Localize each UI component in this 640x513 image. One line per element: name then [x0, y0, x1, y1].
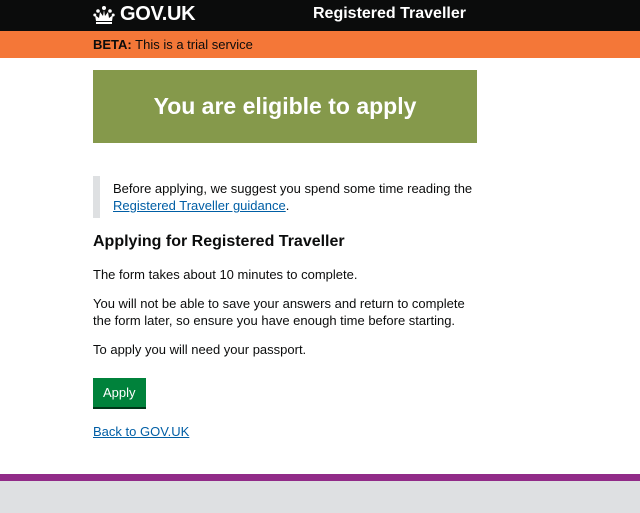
phase-text: BETA: This is a trial service: [93, 37, 253, 52]
phase-message: This is a trial service: [131, 37, 253, 52]
paragraph-duration: The form takes about 10 minutes to compl…: [93, 267, 358, 282]
logo-text: GOV.UK: [120, 3, 196, 25]
guidance-link[interactable]: Registered Traveller guidance: [113, 198, 286, 213]
apply-button[interactable]: Apply: [93, 378, 146, 407]
phase-tag: BETA:: [93, 37, 132, 52]
inset-text: Before applying, we suggest you spend so…: [93, 176, 477, 218]
govuk-logo[interactable]: GOV.UK: [93, 3, 196, 26]
inset-text-after: .: [285, 198, 290, 213]
paragraph-passport: To apply you will need your passport.: [93, 342, 307, 357]
crown-icon: [93, 5, 115, 24]
site-header: GOV.UK Registered Traveller: [0, 0, 640, 31]
panel-title: You are eligible to apply: [153, 93, 417, 119]
confirmation-panel: You are eligible to apply: [93, 70, 477, 143]
inset-text-before: Before applying, we suggest you spend so…: [113, 181, 473, 196]
paragraph-save-warning: You will not be able to save your answer…: [93, 296, 465, 328]
site-footer: [0, 474, 640, 513]
section-heading: Applying for Registered Traveller: [93, 233, 345, 250]
phase-banner: BETA: This is a trial service: [0, 31, 640, 58]
main-content: You are eligible to apply Before applyin…: [93, 70, 477, 439]
back-to-govuk-link[interactable]: Back to GOV.UK: [93, 424, 477, 439]
service-name[interactable]: Registered Traveller: [313, 5, 466, 23]
